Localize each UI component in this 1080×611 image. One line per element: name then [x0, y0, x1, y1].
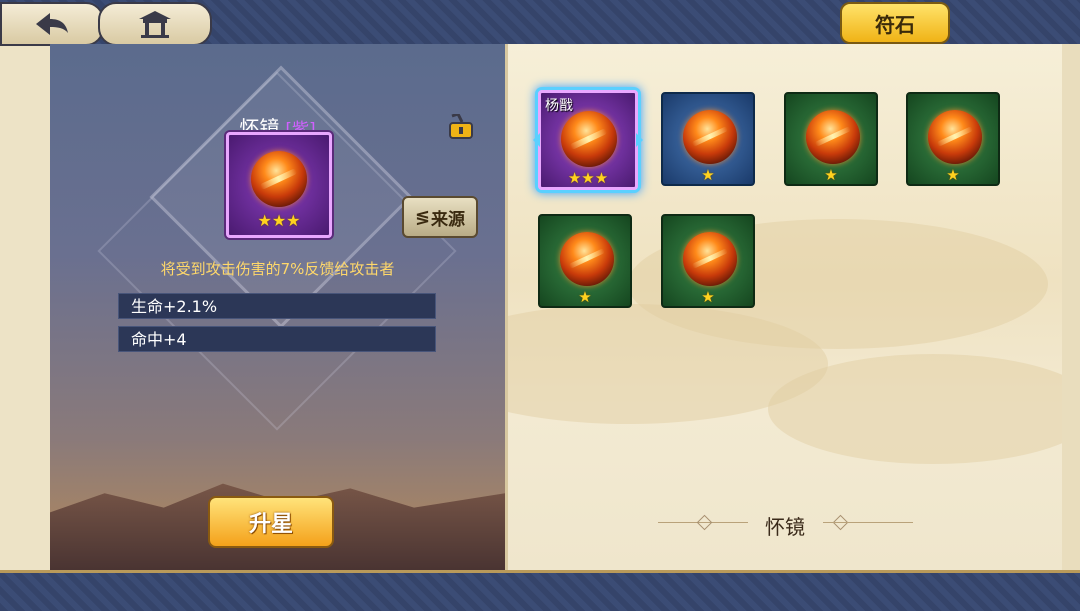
fire-orb-icon [683, 110, 737, 164]
selected-rune-name: 怀镜 [765, 515, 805, 539]
stat-row-hp: 生命+2.1% [118, 293, 436, 319]
rune-slot[interactable]: ★ [538, 214, 632, 308]
rune-slot[interactable]: ★ [661, 214, 755, 308]
rune-inventory-panel: 杨戬 ★★★ ★ ★ ★ ★ ★ 怀镜 [508, 44, 1062, 570]
rune-detail-panel: 怀镜 [紫] ★★★ ≶ 来源 将受到攻击伤害的7%反馈给攻击者 生命+2.1% 命… [50, 44, 508, 570]
back-arrow-icon [36, 13, 68, 35]
rune-slot[interactable]: ★ [906, 92, 1000, 186]
slot-stars: ★ [578, 288, 592, 306]
right-margin [1062, 44, 1080, 570]
rune-stars: ★★★ [257, 211, 301, 230]
slot-stars: ★ [701, 288, 715, 306]
bottom-bar [0, 570, 1080, 611]
decorative-cloud [768, 354, 1062, 464]
slot-stars: ★★★ [567, 169, 609, 187]
tab-rune-stone[interactable]: 符石 [840, 2, 950, 44]
footer-divider-right [823, 522, 913, 523]
back-button[interactable] [0, 2, 104, 46]
fire-orb-icon [806, 110, 860, 164]
slot-stars: ★ [946, 166, 960, 184]
fire-orb-icon [560, 232, 614, 286]
source-button-label: 来源 [431, 209, 466, 230]
rune-description: 将受到攻击伤害的7%反馈给攻击者 [160, 260, 395, 278]
padlock-icon [449, 112, 473, 139]
unlocked-padlock-icon[interactable] [446, 112, 476, 140]
rune-slot[interactable]: ★ [661, 92, 755, 186]
slot-owner-label: 杨戬 [545, 98, 573, 114]
slot-stars: ★ [701, 166, 715, 184]
rune-slot[interactable]: ★ [784, 92, 878, 186]
selection-arrow-left [533, 133, 540, 147]
rune-preview-slot: ★★★ [226, 132, 332, 238]
fire-orb-icon [561, 111, 617, 167]
home-button[interactable] [98, 2, 212, 46]
fire-orb-icon [683, 232, 737, 286]
stat-row-accuracy: 命中+4 [118, 326, 436, 352]
fire-orb-icon [928, 110, 982, 164]
slot-stars: ★ [824, 166, 838, 184]
rune-slot[interactable]: 杨戬 ★★★ [533, 90, 643, 190]
source-button[interactable]: ≶ 来源 [402, 196, 478, 238]
selection-arrow-right [636, 133, 643, 147]
home-pavilion-icon [139, 11, 171, 38]
source-icon: ≶ [414, 206, 431, 228]
left-margin [0, 44, 50, 570]
fire-orb-icon [251, 151, 307, 207]
upgrade-star-button[interactable]: 升星 [208, 496, 334, 548]
